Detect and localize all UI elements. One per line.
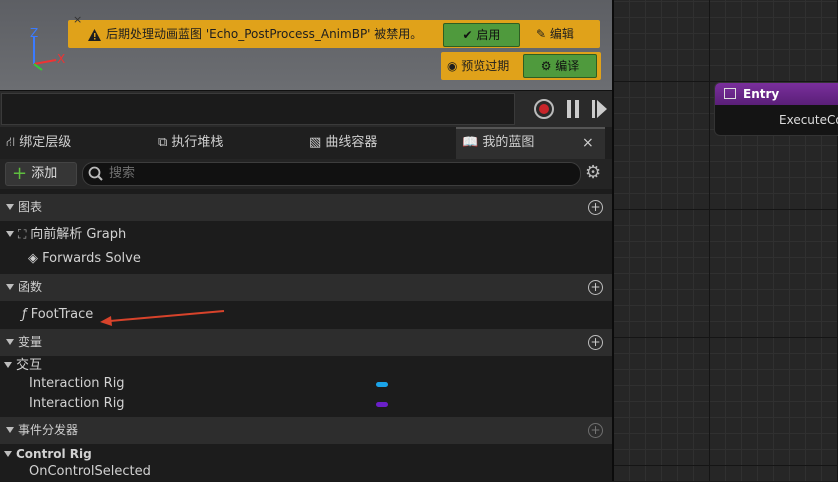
add-function-icon[interactable]: + — [588, 280, 603, 295]
add-dispatcher-icon[interactable]: + — [588, 423, 603, 438]
axis-x-label: X — [57, 52, 66, 66]
section-label: 函数 — [18, 280, 43, 294]
category-label: 交互 — [16, 358, 43, 373]
section-event-dispatchers[interactable]: 事件分发器 + — [0, 417, 612, 444]
debug-bar — [0, 90, 612, 127]
variable-item[interactable]: Interaction Rig — [29, 394, 389, 414]
graph-editor-canvas[interactable] — [612, 0, 838, 481]
category-control-rig[interactable]: Control Rig — [0, 444, 612, 464]
banner-close-icon[interactable]: × — [73, 13, 82, 26]
tab-label: 曲线容器 — [325, 135, 378, 150]
record-icon[interactable] — [534, 99, 554, 119]
search-input[interactable]: 搜索 — [82, 162, 581, 186]
pencil-icon: ✎ — [536, 27, 550, 41]
gear-icon: ⚙ — [540, 59, 556, 73]
tab-curve-container[interactable]: ▧ 曲线容器 — [309, 127, 377, 159]
add-variable-icon[interactable]: + — [588, 335, 603, 350]
section-label: 图表 — [18, 200, 43, 214]
variable-category-interaction[interactable]: 交互 — [0, 356, 612, 376]
axis-gizmo-icon — [33, 36, 57, 71]
hierarchy-icon: ⛙ — [6, 135, 20, 150]
section-label: 变量 — [18, 335, 43, 349]
function-icon: ƒ — [22, 307, 27, 322]
section-graphs[interactable]: 图表 + — [0, 194, 612, 221]
variable-type-pill-icon — [376, 402, 388, 407]
pause-icon[interactable] — [566, 100, 580, 121]
item-label: Forwards Solve — [42, 251, 141, 266]
compile-button[interactable]: ⚙ 编译 — [523, 54, 597, 78]
tab-my-blueprint[interactable]: 📖 我的蓝图 × — [456, 127, 605, 159]
edit-button[interactable]: ✎ 编辑 — [536, 23, 596, 45]
item-label: 向前解析 Graph — [30, 227, 127, 242]
my-blueprint-toolbar: + 添加 搜索 ⚙ — [0, 159, 612, 189]
event-diamond-icon: ◈ — [28, 251, 43, 266]
viewport[interactable]: Z X × 后期处理动画蓝图 'Echo_PostProcess_AnimBP'… — [0, 0, 612, 90]
list-item-forward-solve-graph[interactable]: ⛶ 向前解析 Graph — [0, 224, 612, 245]
disabled-warning-banner: × 后期处理动画蓝图 'Echo_PostProcess_AnimBP' 被禁用… — [68, 13, 600, 48]
check-icon: ✔ — [462, 28, 477, 42]
variable-item[interactable]: Interaction Rig — [29, 374, 389, 394]
search-icon — [88, 166, 103, 181]
collapse-arrow-icon — [6, 427, 14, 433]
variable-type-pill-icon — [376, 382, 388, 387]
banner-message: 后期处理动画蓝图 'Echo_PostProcess_AnimBP' 被禁用。 — [106, 27, 423, 41]
enable-button-label: 启用 — [476, 28, 501, 42]
warning-icon — [88, 20, 101, 48]
collapse-arrow-icon — [6, 231, 14, 237]
tab-execution-stack[interactable]: ⧉ 执行堆栈 — [158, 127, 223, 159]
preview-outdated-button[interactable]: ◉ 预览过期 — [447, 55, 523, 77]
curve-icon: ▧ — [309, 135, 326, 150]
collapse-arrow-icon — [6, 284, 14, 290]
execute-context-pin[interactable]: ExecuteContext — [779, 113, 838, 127]
entry-node-header: Entry — [715, 83, 838, 105]
add-button[interactable]: + 添加 — [5, 162, 77, 186]
collapse-arrow-icon — [4, 451, 12, 457]
step-forward-icon[interactable] — [592, 100, 608, 121]
item-label: OnControlSelected — [29, 464, 151, 479]
search-placeholder: 搜索 — [109, 166, 136, 181]
tab-label: 绑定层级 — [19, 135, 72, 150]
panel-tab-bar: ⛙ 绑定层级 ⧉ 执行堆栈 ▧ 曲线容器 📖 我的蓝图 × — [0, 127, 612, 160]
book-icon: 📖 — [462, 135, 483, 150]
add-graph-icon[interactable]: + — [588, 200, 603, 215]
entry-node[interactable]: Entry ExecuteContext — [714, 82, 838, 136]
close-tab-icon[interactable]: × — [582, 129, 594, 157]
stack-icon: ⧉ — [158, 135, 172, 150]
enable-button[interactable]: ✔ 启用 — [443, 23, 520, 47]
eye-icon: ◉ — [447, 59, 462, 73]
function-node-icon — [724, 88, 736, 99]
category-label: Control Rig — [16, 447, 92, 461]
graph-icon: ⛶ — [18, 227, 31, 241]
item-label: FootTrace — [30, 307, 94, 322]
section-variables[interactable]: 变量 + — [0, 329, 612, 356]
variable-name: Interaction Rig — [29, 376, 125, 391]
settings-gear-icon[interactable]: ⚙ — [585, 163, 601, 183]
variable-name: Interaction Rig — [29, 396, 125, 411]
list-item-forwards-solve[interactable]: ◈ Forwards Solve — [28, 249, 640, 269]
section-functions[interactable]: 函数 + — [0, 274, 612, 301]
section-label: 事件分发器 — [18, 423, 79, 437]
edit-button-label: 编辑 — [549, 27, 574, 41]
collapse-arrow-icon — [4, 362, 12, 368]
tab-label: 我的蓝图 — [482, 135, 535, 150]
add-button-label: 添加 — [31, 166, 58, 181]
list-item-on-control-selected[interactable]: OnControlSelected — [29, 462, 641, 482]
node-title: Entry — [743, 87, 780, 101]
axis-z-label: Z — [30, 26, 39, 40]
debug-object-field[interactable] — [1, 93, 515, 125]
plus-icon: + — [12, 163, 28, 184]
collapse-arrow-icon — [6, 204, 14, 210]
collapse-arrow-icon — [6, 339, 14, 345]
preview-banner: ◉ 预览过期 ⚙ 编译 — [441, 52, 601, 80]
compile-button-label: 编译 — [555, 59, 580, 73]
tab-rig-hierarchy[interactable]: ⛙ 绑定层级 — [6, 127, 71, 159]
annotation-arrow — [100, 310, 225, 326]
tab-label: 执行堆栈 — [171, 135, 224, 150]
preview-outdated-label: 预览过期 — [461, 59, 510, 73]
axis-gizmo: Z X — [20, 26, 70, 76]
